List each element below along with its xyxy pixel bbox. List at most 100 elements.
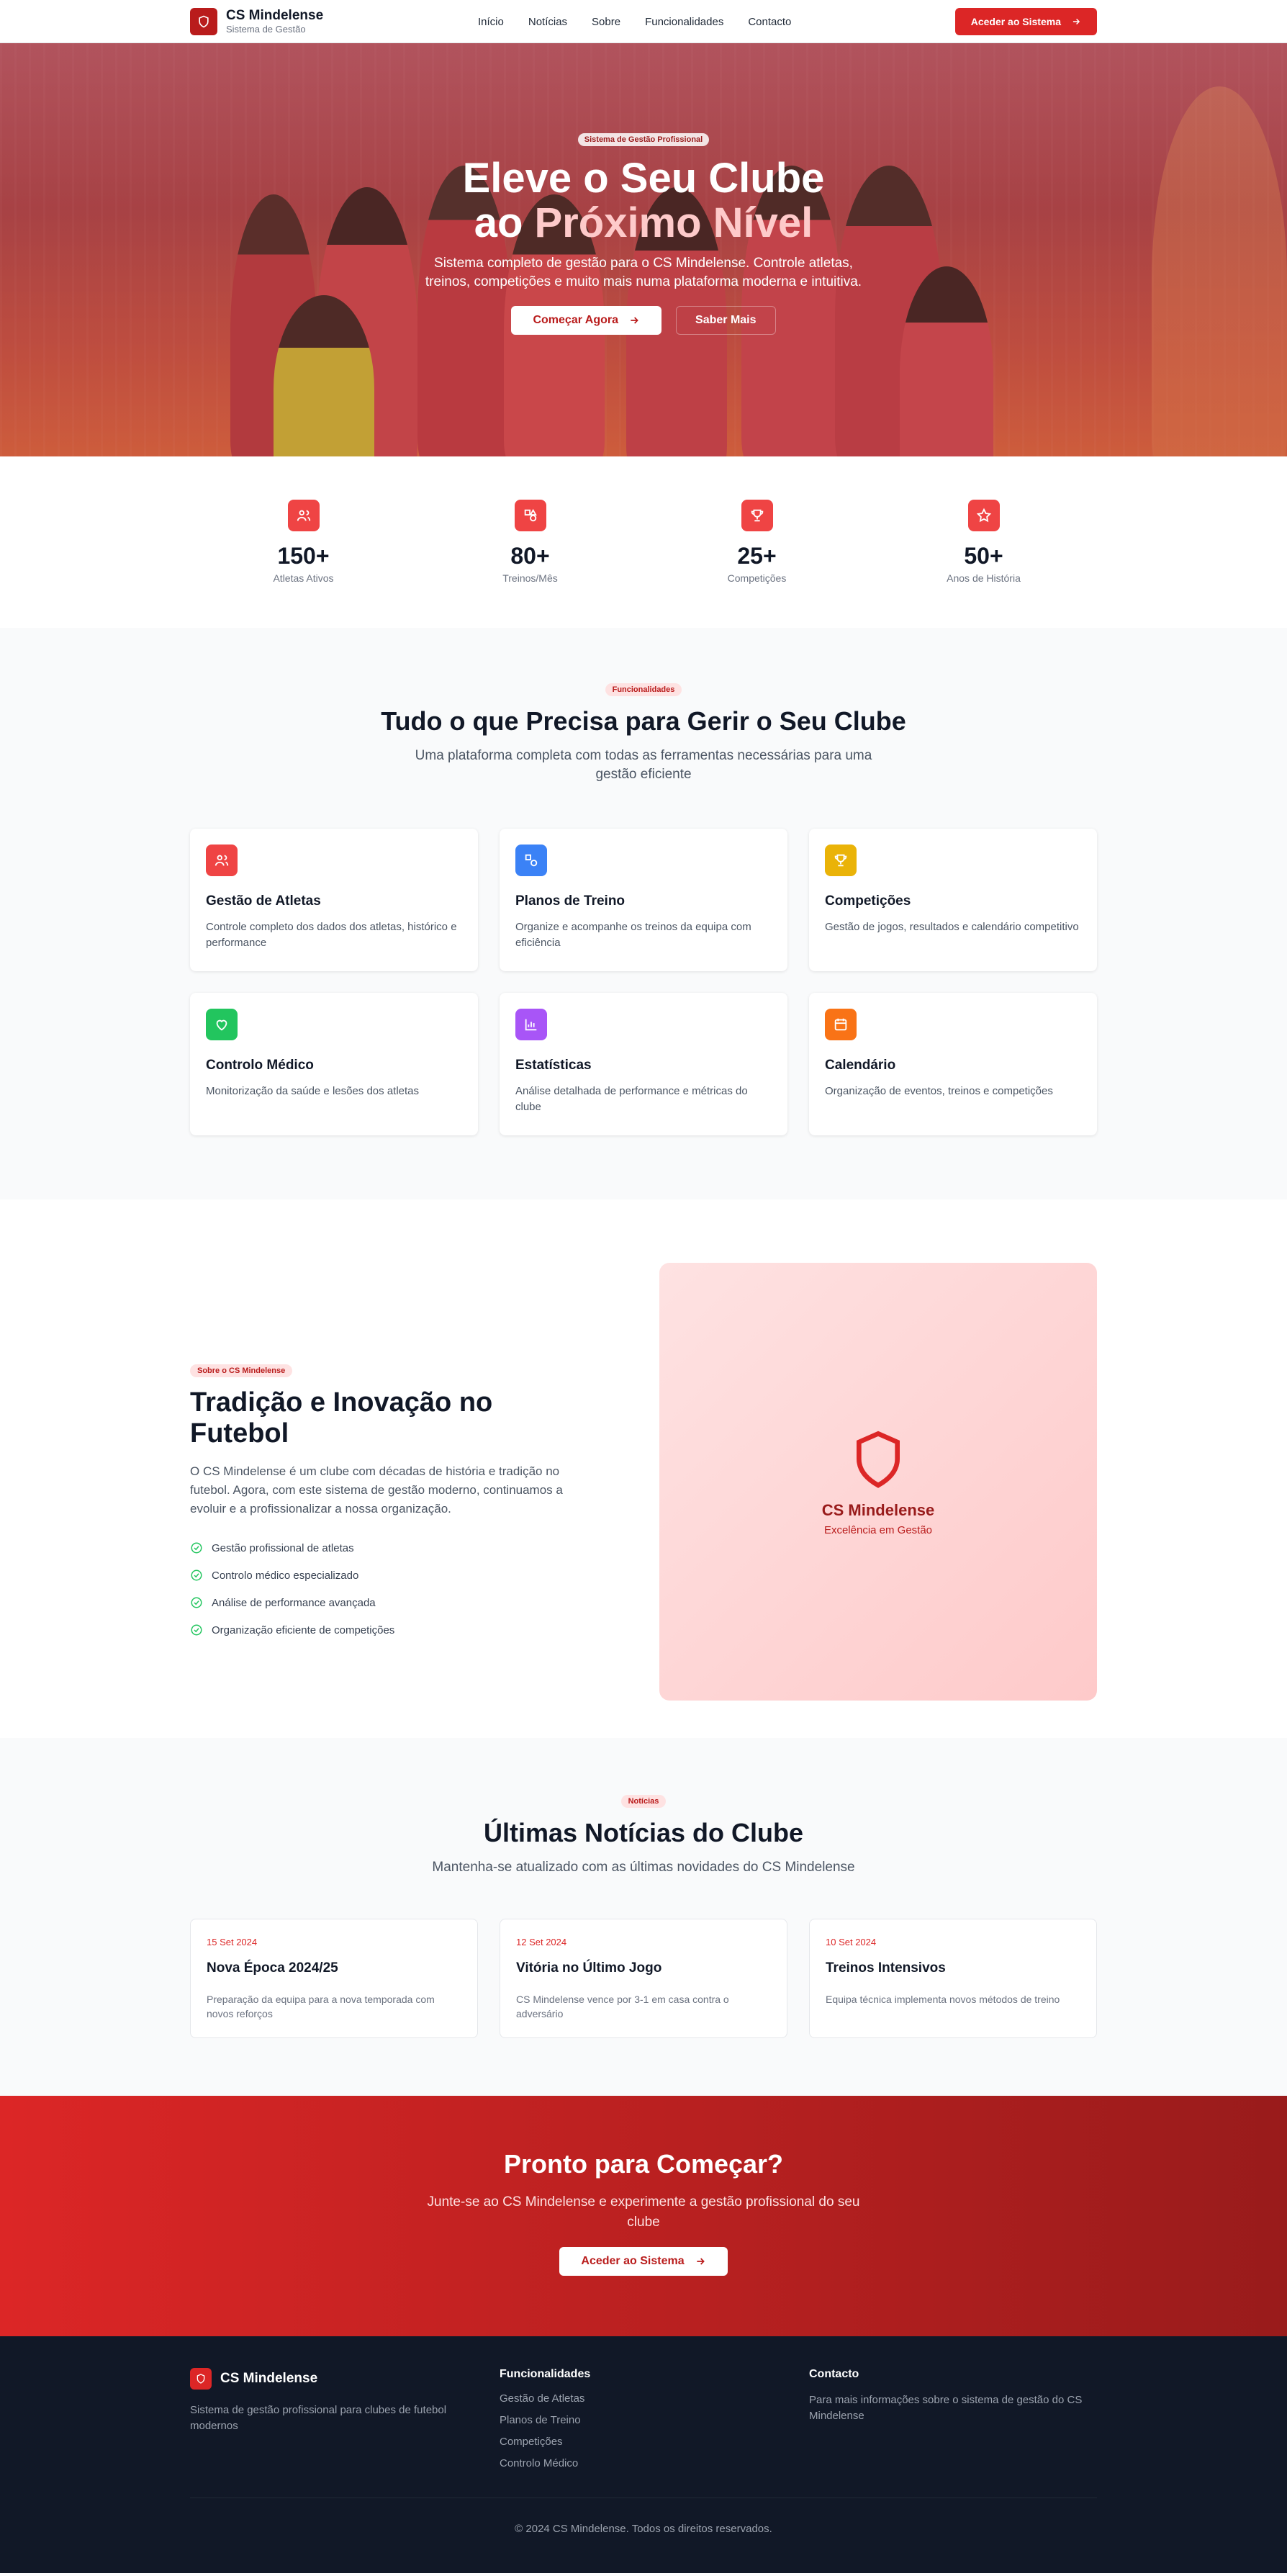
nav-link-inicio[interactable]: Início [478, 16, 504, 28]
stat-item: 80+ Treinos/Mês [417, 500, 644, 584]
feature-card-medico[interactable]: Controlo Médico Monitorização da saúde e… [190, 993, 478, 1135]
news-card-desc: Preparação da equipa para a nova tempora… [207, 1994, 435, 2019]
cta-description: Junte-se ao CS Mindelense e experimente … [427, 2194, 860, 2230]
about-card-tagline: Excelência em Gestão [823, 1523, 933, 1536]
footer-link[interactable]: Controlo Médico [500, 2457, 809, 2479]
feature-desc: Organização de eventos, treinos e compet… [825, 1085, 1053, 1097]
stat-value: 80+ [510, 543, 550, 569]
about-card-name: CS Mindelense [821, 1500, 935, 1519]
news-section: Notícias Últimas Notícias do Clube Mante… [0, 1738, 1287, 2096]
footer-features-heading: Funcionalidades [500, 2368, 591, 2380]
news-card-desc: CS Mindelense vence por 3-1 em casa cont… [516, 1994, 729, 2019]
bar-chart-icon [515, 1009, 547, 1040]
feature-title: Controlo Médico [206, 1058, 314, 1073]
news-card-title: Treinos Intensivos [826, 1960, 946, 1976]
stat-value: 25+ [737, 543, 777, 569]
check-item: Organização eficiente de competições [190, 1616, 593, 1644]
stat-item: 50+ Anos de História [870, 500, 1097, 584]
feature-title: Estatísticas [515, 1058, 592, 1073]
about-visual-card: CS Mindelense Excelência em Gestão [659, 1263, 1097, 1701]
nav-link-funcionalidades[interactable]: Funcionalidades [645, 16, 723, 28]
feature-card-treino[interactable]: Planos de Treino Organize e acompanhe os… [500, 829, 787, 971]
news-date: 15 Set 2024 [207, 1937, 258, 1947]
footer-about: Sistema de gestão profissional para club… [190, 2404, 447, 2432]
users-icon [206, 845, 238, 876]
heart-icon [206, 1009, 238, 1040]
check-item-label: Organização eficiente de competições [212, 1623, 395, 1636]
about-description: O CS Mindelense é um clube com décadas d… [190, 1464, 563, 1516]
feature-card-competicoes[interactable]: Competições Gestão de jogos, resultados … [809, 829, 1097, 971]
brand-subtitle: Sistema de Gestão [226, 24, 306, 35]
feature-title: Competições [825, 893, 911, 909]
check-circle-icon [191, 1542, 202, 1554]
feature-title: Planos de Treino [515, 893, 626, 909]
feature-card-calendario[interactable]: Calendário Organização de eventos, trein… [809, 993, 1097, 1135]
hero-title-line1: Eleve o Seu Clube [462, 155, 825, 202]
news-date: 10 Set 2024 [826, 1937, 877, 1947]
footer-copyright: © 2024 CS Mindelense. Todos os direitos … [190, 2498, 1097, 2535]
nav-link-contacto[interactable]: Contacto [748, 16, 791, 28]
nav-link-noticias[interactable]: Notícias [528, 16, 567, 28]
footer-contact-text: Para mais informações sobre o sistema de… [809, 2394, 1083, 2422]
stat-label: Competições [727, 572, 787, 584]
feature-desc: Gestão de jogos, resultados e calendário… [825, 921, 1079, 933]
calendar-icon [825, 1009, 857, 1040]
features-title: Tudo o que Precisa para Gerir o Seu Club… [381, 706, 906, 736]
news-card[interactable]: 15 Set 2024 Nova Época 2024/25 Preparaçã… [190, 1919, 478, 2038]
footer-link[interactable]: Gestão de Atletas [500, 2392, 809, 2414]
access-system-label: Aceder ao Sistema [970, 16, 1061, 27]
feature-desc: Análise detalhada de performance e métri… [515, 1085, 748, 1113]
footer-link[interactable]: Planos de Treino [500, 2414, 809, 2436]
shapes-icon [514, 500, 546, 531]
check-item-label: Controlo médico especializado [212, 1569, 359, 1582]
cta-section: Pronto para Começar? Junte-se ao CS Mind… [0, 2096, 1287, 2336]
access-system-button[interactable]: Aceder ao Sistema [954, 8, 1097, 35]
hero-description: Sistema completo de gestão para o CS Min… [425, 256, 862, 289]
feature-desc: Monitorização da saúde e lesões dos atle… [206, 1085, 420, 1097]
check-item-label: Gestão profissional de atletas [212, 1541, 354, 1554]
brand[interactable]: CS Mindelense Sistema de Gestão [190, 8, 478, 35]
site-footer: CS Mindelense Sistema de gestão profissi… [0, 2336, 1287, 2573]
stat-label: Treinos/Mês [502, 572, 558, 584]
stat-label: Atletas Ativos [273, 572, 334, 584]
cta-access-button[interactable]: Aceder ao Sistema [559, 2247, 728, 2276]
news-card-title: Nova Época 2024/25 [207, 1960, 338, 1976]
trophy-icon [741, 500, 773, 531]
feature-card-estatisticas[interactable]: Estatísticas Análise detalhada de perfor… [500, 993, 787, 1135]
check-item: Análise de performance avançada [190, 1589, 593, 1616]
shield-icon [857, 1431, 900, 1488]
hero-section: Sistema de Gestão Profissional Eleve o S… [0, 43, 1287, 456]
news-pill: Notícias [620, 1795, 667, 1808]
shapes-icon [515, 845, 547, 876]
club-logo-icon [190, 2368, 212, 2390]
footer-contact-heading: Contacto [809, 2368, 859, 2380]
hero-badge: Sistema de Gestão Profissional [577, 133, 710, 146]
learn-more-button[interactable]: Saber Mais [676, 306, 776, 335]
news-card[interactable]: 12 Set 2024 Vitória no Último Jogo CS Mi… [500, 1919, 787, 2038]
feature-card-atletas[interactable]: Gestão de Atletas Controle completo dos … [190, 829, 478, 971]
hero-title-pre: ao [474, 199, 535, 246]
get-started-button[interactable]: Começar Agora [511, 306, 662, 335]
news-subtitle: Mantenha-se atualizado com as últimas no… [432, 1860, 855, 1875]
news-card-desc: Equipa técnica implementa novos métodos … [826, 1994, 1060, 2005]
features-section: Funcionalidades Tudo o que Precisa para … [0, 628, 1287, 1199]
stat-value: 50+ [964, 543, 1003, 569]
main-nav: Início Notícias Sobre Funcionalidades Co… [478, 16, 955, 28]
stat-value: 150+ [277, 543, 330, 569]
cta-title: Pronto para Começar? [503, 2149, 784, 2179]
news-card[interactable]: 10 Set 2024 Treinos Intensivos Equipa té… [809, 1919, 1097, 2038]
brand-name: CS Mindelense [226, 8, 324, 23]
footer-link[interactable]: Competições [500, 2436, 809, 2457]
trophy-icon [825, 845, 857, 876]
arrow-right-icon [1072, 18, 1080, 25]
stats-section: 150+ Atletas Ativos 80+ Treinos/Mês 25+ … [0, 456, 1287, 628]
feature-desc: Organize e acompanhe os treinos da equip… [515, 921, 751, 949]
about-pill: Sobre o CS Mindelense [190, 1364, 293, 1377]
feature-title: Calendário [825, 1058, 896, 1073]
stat-item: 150+ Atletas Ativos [190, 500, 417, 584]
get-started-label: Começar Agora [533, 314, 619, 326]
news-date: 12 Set 2024 [516, 1937, 567, 1947]
about-section: Sobre o CS Mindelense Tradição e Inovaçã… [0, 1199, 1287, 1738]
nav-link-sobre[interactable]: Sobre [592, 16, 620, 28]
news-card-title: Vitória no Último Jogo [516, 1960, 662, 1976]
